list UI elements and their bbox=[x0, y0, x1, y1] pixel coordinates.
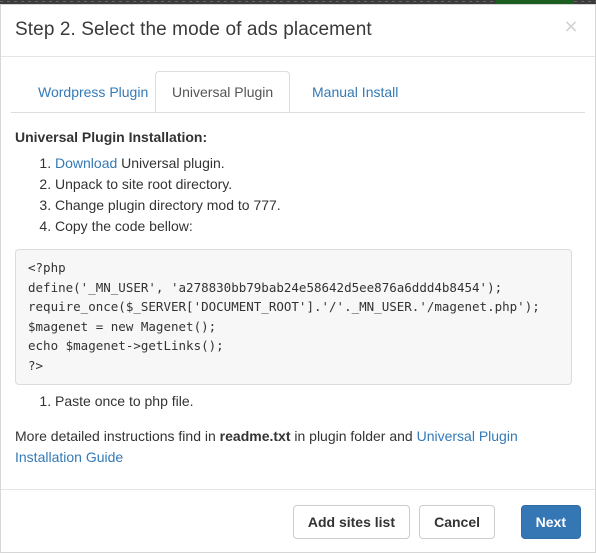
tab-bar: Wordpress Plugin Universal Plugin Manual… bbox=[11, 71, 585, 113]
tab-universal-plugin[interactable]: Universal Plugin bbox=[155, 71, 291, 113]
modal-header: Step 2. Select the mode of ads placement… bbox=[1, 5, 595, 57]
list-item-label: Copy the code bellow: bbox=[55, 218, 193, 234]
list-item-label: Paste once to php file. bbox=[55, 393, 194, 409]
modal-footer: Add sites list Cancel Next bbox=[1, 489, 595, 552]
section-title: Universal Plugin Installation: bbox=[15, 129, 208, 145]
list-item: Unpack to site root directory. bbox=[55, 174, 581, 195]
modal-body: Universal Plugin Installation: Download … bbox=[1, 113, 595, 468]
note-middle: in plugin folder and bbox=[290, 428, 417, 444]
note-prefix: More detailed instructions find in bbox=[15, 428, 220, 444]
list-item: Copy the code bellow: bbox=[55, 216, 581, 237]
installation-steps-list: Download Universal plugin. Unpack to sit… bbox=[15, 153, 581, 237]
detailed-instructions-note: More detailed instructions find in readm… bbox=[15, 426, 567, 468]
tab-wordpress-plugin[interactable]: Wordpress Plugin bbox=[21, 71, 165, 112]
readme-filename: readme.txt bbox=[219, 428, 291, 444]
installation-steps-list-continued: Paste once to php file. bbox=[15, 391, 581, 412]
next-button[interactable]: Next bbox=[520, 505, 581, 539]
page-title: Step 2. Select the mode of ads placement bbox=[15, 19, 372, 40]
list-item: Paste once to php file. bbox=[55, 391, 581, 412]
list-item-label: Unpack to site root directory. bbox=[55, 176, 233, 192]
tab-manual-install[interactable]: Manual Install bbox=[295, 71, 415, 112]
modal-dialog: Step 2. Select the mode of ads placement… bbox=[0, 4, 596, 553]
close-icon[interactable]: × bbox=[561, 17, 581, 37]
download-link[interactable]: Download bbox=[55, 155, 117, 171]
list-item-label: Universal plugin. bbox=[117, 155, 225, 171]
code-snippet[interactable]: <?php define('_MN_USER', 'a278830bb79bab… bbox=[15, 249, 572, 385]
list-item: Download Universal plugin. bbox=[55, 153, 581, 174]
add-sites-list-button[interactable]: Add sites list bbox=[292, 505, 410, 539]
cancel-button[interactable]: Cancel bbox=[419, 505, 495, 539]
list-item: Change plugin directory mod to 777. bbox=[55, 195, 581, 216]
list-item-label: Change plugin directory mod to 777. bbox=[55, 197, 281, 213]
